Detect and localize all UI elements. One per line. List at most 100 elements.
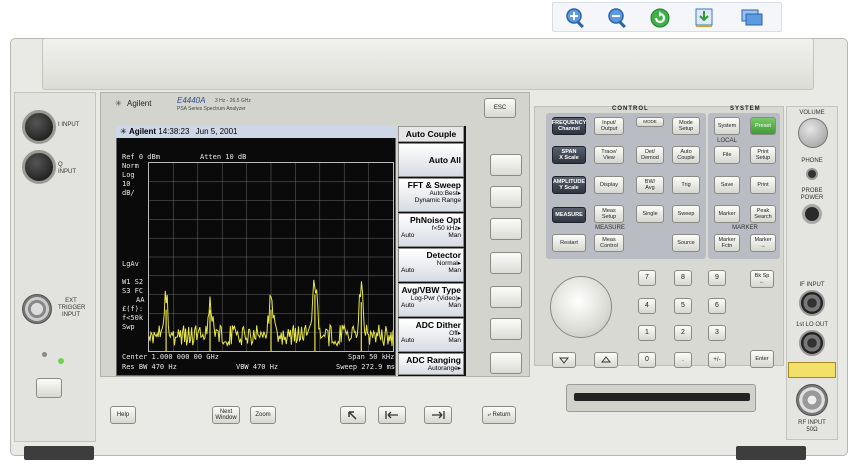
key-4[interactable]: 4 [638,298,656,314]
backspace-button[interactable]: Bk Sp ← [750,270,774,288]
print-setup-button[interactable]: Print Setup [750,146,776,164]
softkey-value: Autorange▸ [427,365,461,372]
source-button[interactable]: Source [672,234,700,252]
tab-right-button[interactable] [424,406,452,424]
mode-button[interactable]: MODE [636,117,664,127]
return-button[interactable]: ⤶ Return [482,406,516,424]
softkey-menu-title: Auto Couple [398,126,464,142]
softkey-value-2: Dynamic Range [414,197,461,204]
key-2[interactable]: 2 [674,325,692,341]
arrow-up-button[interactable] [594,352,618,368]
marker-fctn-button[interactable]: Marker Fctn [714,234,740,252]
key-1[interactable]: 1 [638,325,656,341]
tab-home-button[interactable] [340,406,366,424]
softkey-button-1[interactable] [490,154,522,176]
arrow-up-icon [601,356,611,363]
floppy-slot[interactable] [574,393,750,401]
mode-setup-button[interactable]: Mode Setup [672,117,700,135]
softkey-button-4[interactable] [490,252,522,274]
softkey-panel: Auto Couple Auto All FFT & Sweep Auto:Be… [398,126,466,376]
key-3[interactable]: 3 [708,325,726,341]
softkey-label: Detector [426,250,461,260]
preset-button[interactable]: Preset [750,117,776,135]
peak-search-button[interactable]: Peak Search [750,205,776,223]
softkey-phnoise-opt[interactable]: PhNoise Opt f<50 kHz▸ Auto Man [398,213,464,247]
zoom-out-icon[interactable] [605,6,631,30]
key-9[interactable]: 9 [708,270,726,286]
softkey-value: Auto:Best▸ [429,190,461,197]
zoom-button[interactable]: Zoom [250,406,276,424]
softkey-label: Auto All [428,155,461,165]
softkey-auto-all[interactable]: Auto All [398,143,464,177]
system-button[interactable]: System [714,117,740,135]
status-brand: Agilent [128,127,157,136]
print-button[interactable]: Print [750,176,776,194]
meas-setup-button[interactable]: Meas Setup [594,205,624,223]
model-range: 3 Hz - 26.5 GHz [215,98,251,104]
key-6[interactable]: 6 [708,298,726,314]
series-name: PSA Series Spectrum Analyzer [177,106,246,112]
softkey-label: PhNoise Opt [409,215,461,225]
softkey-detector[interactable]: Detector Normal▸ Auto Man [398,248,464,282]
softkey-button-3[interactable] [490,218,522,240]
rotary-knob[interactable] [550,276,612,338]
softkey-adc-ranging[interactable]: ADC Ranging Autorange▸ [398,353,464,375]
bw-avg-button[interactable]: BW/ Avg [636,176,664,194]
swp-label: Swp [122,323,135,331]
trace-view-button[interactable]: Trace/ View [594,146,624,164]
volume-knob[interactable] [798,118,828,148]
softkey-button-7[interactable] [490,352,522,374]
input-output-button[interactable]: Input/ Output [594,117,624,135]
arrow-down-button[interactable] [552,352,576,368]
amplitude-button[interactable]: AMPLITUDE Y Scale [552,176,586,194]
softkey-button-6[interactable] [490,318,522,340]
measure-button[interactable]: MEASURE [552,207,586,223]
display-button[interactable]: Display [594,176,624,194]
marker-to-button[interactable]: Marker → [750,234,776,252]
key-8[interactable]: 8 [674,270,692,286]
sweep-button[interactable]: Sweep [672,205,700,223]
meas-control-button[interactable]: Meas Control [594,234,624,252]
rf-input-connector [796,384,828,416]
zoom-in-icon[interactable] [563,6,589,30]
fullscreen-icon[interactable] [739,6,765,30]
det-demod-button[interactable]: Det/ Demod [636,146,664,164]
res-bw: Res BW 470 Hz [122,363,177,371]
refresh-icon[interactable] [647,6,673,30]
key-plus-minus[interactable]: +/- [708,352,726,368]
key-decimal[interactable]: . [674,352,692,368]
key-0[interactable]: 0 [638,352,656,368]
fit-download-icon[interactable] [691,6,717,30]
softkey-fft-sweep[interactable]: FFT & Sweep Auto:Best▸ Dynamic Range [398,178,464,212]
fc50k-label: f<50k [122,314,144,322]
scale-div: 10 [122,180,131,188]
softkey-avg-vbw-type[interactable]: Avg/VBW Type Log-Pwr (Video)▸ Auto Man [398,283,464,317]
frequency-button[interactable]: FREQUENCY Channel [552,117,586,135]
trig-button[interactable]: Trig [672,176,700,194]
tab-left-button[interactable] [378,406,406,424]
single-button[interactable]: Single [636,205,664,223]
foot [24,446,94,460]
local-label: LOCAL [717,138,737,144]
softkey-auto: Auto [401,302,415,309]
span-button[interactable]: SPAN X Scale [552,146,586,164]
auto-couple-button[interactable]: Auto Couple [672,146,700,164]
enter-button[interactable]: Enter [750,350,774,368]
next-window-button[interactable]: Next Window [212,406,240,424]
power-button[interactable] [36,378,62,398]
key-5[interactable]: 5 [674,298,692,314]
file-button[interactable]: File [714,146,740,164]
phone-label: PHONE [801,158,823,164]
save-button[interactable]: Save [714,176,740,194]
vbw: VBW 470 Hz [236,363,279,371]
esc-button[interactable]: ESC [484,98,516,118]
viewer-toolbar [552,2,782,32]
marker-button[interactable]: Marker [714,205,740,223]
key-7[interactable]: 7 [638,270,656,286]
softkey-button-2[interactable] [490,186,522,208]
softkey-button-5[interactable] [490,286,522,308]
arrow-upleft-icon [348,411,357,420]
help-button[interactable]: Help [110,406,136,424]
softkey-adc-dither[interactable]: ADC Dither Off▸ Auto Man [398,318,464,352]
restart-button[interactable]: Restart [552,234,586,252]
